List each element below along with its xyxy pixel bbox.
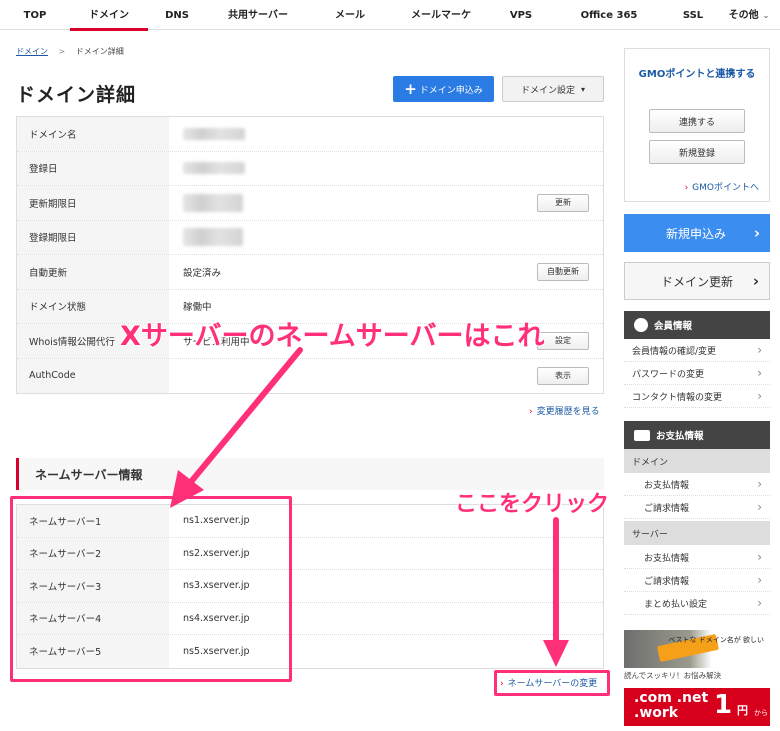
sidebar-item-server-payment[interactable]: お支払情報 › [624,546,770,569]
chevron-right-icon: › [757,389,762,403]
blurred-value [183,228,243,247]
wallet-icon [634,429,650,441]
chevron-right-icon: › [757,596,762,610]
sidebar-item-bulk-payment[interactable]: まとめ払い設定 › [624,592,770,615]
row-label: ドメイン名 [17,117,169,151]
domain-status: 稼働中 [183,302,212,314]
row-label: 登録日 [17,151,169,185]
domain-apply-button[interactable]: + ドメイン申込み [393,76,494,102]
row-label: 登録期限日 [17,220,169,254]
new-apply-button[interactable]: 新規申込み › [624,214,770,252]
domain-settings-button[interactable]: ドメイン設定 ▾ [502,76,604,102]
row-label: AuthCode [17,358,169,393]
table-row: 自動更新 設定済み 自動更新 [17,255,603,290]
sidebar-item-domain-billing[interactable]: ご請求情報 › [624,496,770,519]
banner-caption: 読んでスッキリ！お悩み解決 [624,671,722,680]
plus-icon: + [404,79,417,98]
gmo-register-button[interactable]: 新規登録 [649,140,745,164]
chevron-right-icon: › [757,366,762,380]
chevron-right-icon: › [529,407,533,417]
caret-down-icon: ▾ [581,84,586,94]
tab-top[interactable]: TOP [0,0,70,30]
page-title: ドメイン詳細 [16,84,137,106]
domain-renew-button[interactable]: ドメイン更新 › [624,262,770,300]
chevron-right-icon: › [753,224,760,242]
promo-banner-1yen[interactable]: .com .net .work 1 円 から [624,688,770,726]
promo-banner-domain-advice[interactable]: ベストな ドメイン名が 欲しい [624,630,770,668]
chevron-right-icon: › [752,272,759,290]
chevron-right-icon: › [757,343,762,357]
domain-name-value [169,117,603,151]
change-link-highlight-box [494,670,610,696]
authcode-value: 表示 [169,359,603,394]
breadcrumb: ドメイン > ドメイン詳細 [16,46,124,57]
row-label: 更新期限日 [17,186,169,220]
whois-settings-button[interactable]: 設定 [537,331,589,350]
sidebar-item-server-billing[interactable]: ご請求情報 › [624,569,770,592]
table-row: ドメイン名 [17,117,603,152]
tab-mail-marketing[interactable]: メールマーケ [390,0,492,30]
row-label: 自動更新 [17,255,169,289]
breadcrumb-domain-link[interactable]: ドメイン [16,47,48,56]
user-icon [634,318,648,332]
registration-deadline-value [169,221,603,255]
blurred-value [183,127,245,140]
chevron-right-icon: › [684,183,689,193]
sidebar-item-password[interactable]: パスワードの変更 › [624,362,770,385]
tab-shared-server[interactable]: 共用サーバー [206,0,310,30]
renew-button[interactable]: 更新 [537,193,589,212]
sidebar-item-contact[interactable]: コンタクト情報の変更 › [624,385,770,408]
breadcrumb-separator: > [58,47,66,56]
chevron-right-icon: › [757,573,762,587]
tab-office365[interactable]: Office 365 [550,0,668,30]
blurred-value [183,193,243,212]
annotation-click-here: ここをクリック [454,492,610,518]
change-history-link[interactable]: › 変更履歴を見る [529,404,600,417]
gmo-points-box: GMOポイントと連携する 連携する 新規登録 › GMOポイントへ [624,48,770,202]
chevron-right-icon: › [757,550,762,564]
table-row: 登録期限日 [17,220,603,255]
registration-date-value [169,152,603,186]
auto-renew-value: 設定済み 自動更新 [169,255,603,289]
payment-server-label: サーバー [624,521,770,545]
payment-info-heading: お支払情報 [624,421,770,449]
nameserver-highlight-box [10,496,292,682]
table-row: AuthCode 表示 [17,358,603,394]
table-row: 登録日 [17,151,603,186]
sidebar-item-domain-payment[interactable]: お支払情報 › [624,473,770,496]
annotation-nameserver-caption: Xサーバーのネームサーバーはこれ [119,321,545,353]
renewal-deadline-value: 更新 [169,186,603,220]
gmo-title: GMOポイントと連携する [638,69,756,80]
gmo-points-link[interactable]: › GMOポイントへ [685,180,759,193]
auto-renew-button[interactable]: 自動更新 [537,262,589,281]
blurred-value [183,162,245,175]
sidebar-item-member-info[interactable]: 会員情報の確認/変更 › [624,339,770,362]
payment-domain-label: ドメイン [624,449,770,473]
member-info-heading: 会員情報 [624,311,770,339]
tab-mail[interactable]: メール [310,0,390,30]
chevron-right-icon: › [757,500,762,514]
authcode-show-button[interactable]: 表示 [537,366,589,385]
breadcrumb-current: ドメイン詳細 [75,47,124,56]
top-nav: TOP ドメイン DNS 共用サーバー メール メールマーケ VPS Offic… [0,0,780,31]
table-row: 更新期限日 更新 [17,186,603,221]
tab-domain[interactable]: ドメイン [70,0,148,31]
chevron-down-icon: ⌄ [762,11,770,20]
tab-other[interactable]: その他 ⌄ [718,0,780,30]
tab-vps[interactable]: VPS [492,0,550,30]
gmo-link-button[interactable]: 連携する [649,109,745,133]
chevron-right-icon: › [757,477,762,491]
auto-renew-status: 設定済み [183,267,222,279]
tab-ssl[interactable]: SSL [668,0,718,30]
tab-dns[interactable]: DNS [148,0,206,30]
